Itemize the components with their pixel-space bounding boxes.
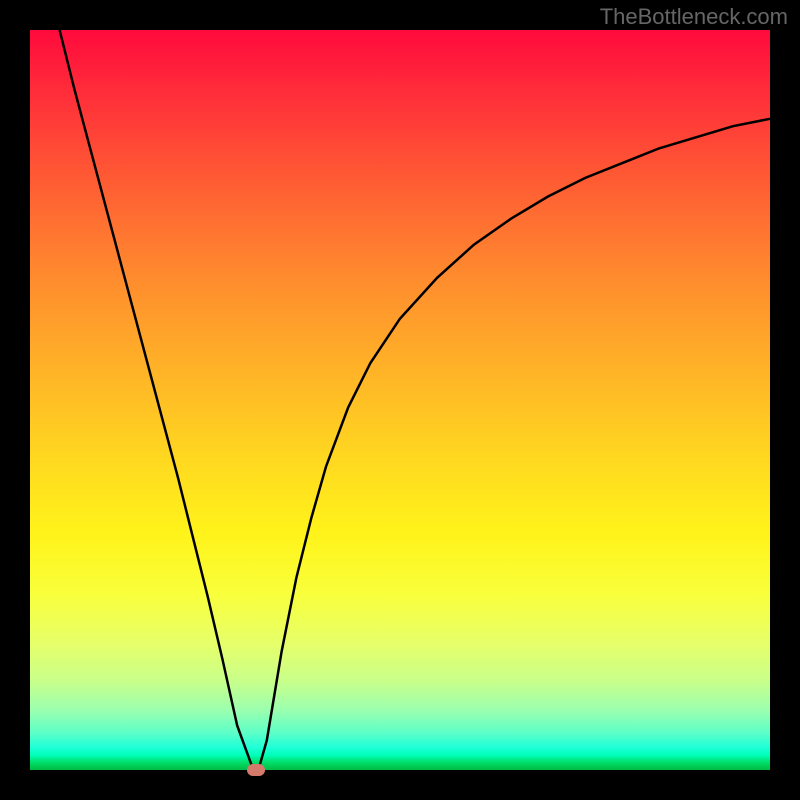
bottleneck-curve-line	[60, 30, 770, 770]
bottleneck-chart	[30, 30, 770, 770]
optimal-point-marker	[247, 764, 265, 776]
watermark-text: TheBottleneck.com	[600, 4, 788, 30]
